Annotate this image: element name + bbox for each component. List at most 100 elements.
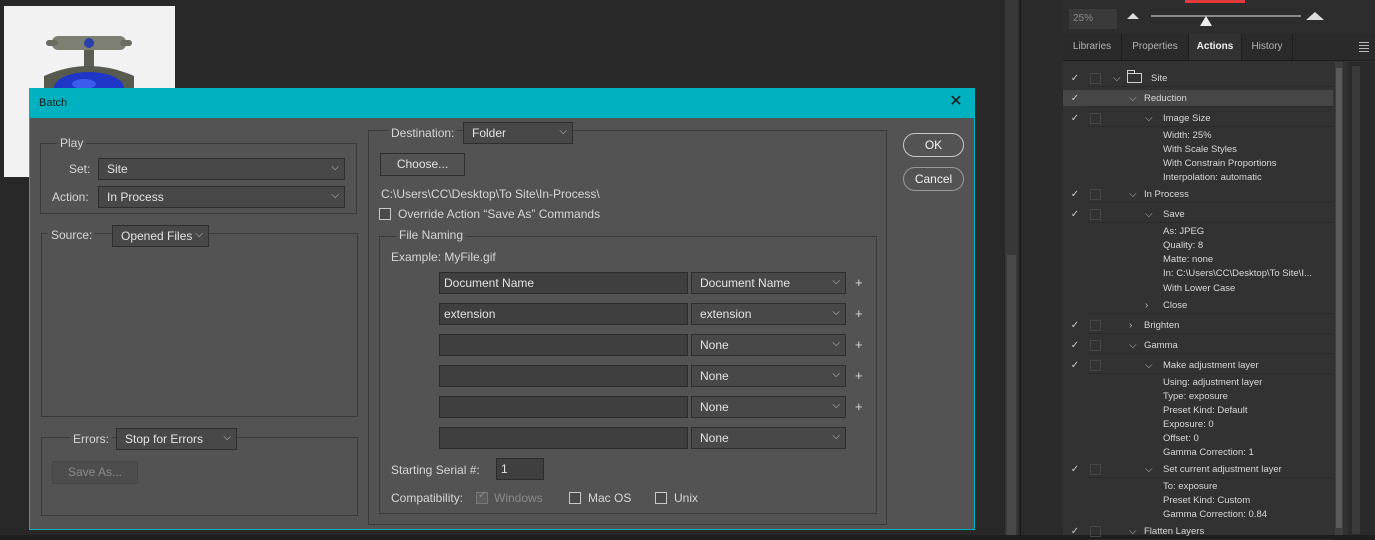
- twirl-arrow-icon[interactable]: ⌵: [1129, 526, 1137, 537]
- dialog-toggle-box[interactable]: [1090, 113, 1101, 124]
- action-row[interactable]: ✓ ⌵ Save: [1063, 206, 1333, 222]
- source-select[interactable]: Opened Files ⌵: [112, 225, 209, 247]
- naming-select[interactable]: Document Name ⌵: [691, 272, 846, 294]
- twirl-arrow-icon[interactable]: ⌵: [1129, 93, 1137, 104]
- twirl-arrow-icon[interactable]: ⌵: [1129, 340, 1137, 351]
- zoom-slider-knob[interactable]: [1200, 16, 1212, 26]
- dialog-toggle-box[interactable]: [1090, 189, 1101, 200]
- cancel-button[interactable]: Cancel: [903, 167, 964, 191]
- add-naming-row-icon[interactable]: +: [855, 368, 863, 383]
- action-row[interactable]: In: C:\Users\CC\Desktop\To Site\I...: [1063, 265, 1333, 281]
- canvas-scrollbar[interactable]: [1005, 0, 1063, 535]
- naming-select[interactable]: None ⌵: [691, 334, 846, 356]
- ok-button[interactable]: OK: [903, 133, 964, 157]
- add-naming-row-icon[interactable]: +: [855, 399, 863, 414]
- action-row[interactable]: With Lower Case: [1063, 280, 1333, 296]
- toggle-item-check-icon[interactable]: ✓: [1069, 360, 1081, 371]
- naming-select[interactable]: None ⌵: [691, 427, 846, 449]
- toggle-item-check-icon[interactable]: ✓: [1069, 189, 1081, 200]
- toggle-item-check-icon[interactable]: ✓: [1069, 526, 1081, 537]
- dialog-toggle-box[interactable]: [1090, 340, 1101, 351]
- twirl-arrow-icon[interactable]: ⌵: [1145, 464, 1153, 475]
- panel-menu-icon[interactable]: [1359, 42, 1369, 54]
- tab-libraries[interactable]: Libraries: [1063, 34, 1122, 60]
- twirl-arrow-icon[interactable]: ⌵: [1145, 360, 1153, 371]
- naming-select[interactable]: extension ⌵: [691, 303, 846, 325]
- action-row[interactable]: Interpolation: automatic: [1063, 169, 1333, 185]
- action-row[interactable]: ✓ › Brighten: [1063, 317, 1333, 333]
- serial-input[interactable]: 1: [496, 458, 544, 480]
- toggle-item-check-icon[interactable]: ✓: [1069, 464, 1081, 475]
- toggle-item-check-icon[interactable]: ✓: [1069, 73, 1081, 84]
- toggle-item-check-icon[interactable]: ✓: [1069, 320, 1081, 331]
- set-select[interactable]: Site ⌵: [98, 158, 345, 180]
- naming-field[interactable]: Document Name: [439, 272, 688, 294]
- action-row[interactable]: ✓ ⌵ In Process: [1063, 186, 1333, 202]
- action-row[interactable]: ✓ ⌵ Set current adjustment layer: [1063, 461, 1333, 477]
- naming-select[interactable]: None ⌵: [691, 396, 846, 418]
- dialog-title: Batch: [39, 97, 68, 109]
- naming-field[interactable]: [439, 396, 688, 418]
- dialog-toggle-box[interactable]: [1090, 526, 1101, 537]
- add-naming-row-icon[interactable]: +: [855, 306, 863, 321]
- action-row[interactable]: ✓ ⌵ Gamma: [1063, 337, 1333, 353]
- dialog-toggle-box[interactable]: [1090, 209, 1101, 220]
- action-row[interactable]: ✓ ⌵ Reduction: [1063, 90, 1333, 106]
- zoom-slider[interactable]: [1151, 15, 1301, 17]
- action-label: Offset: 0: [1163, 433, 1199, 444]
- twirl-arrow-icon[interactable]: ›: [1145, 300, 1148, 311]
- macos-checkbox[interactable]: [569, 492, 581, 504]
- twirl-arrow-icon[interactable]: ⌵: [1145, 209, 1153, 220]
- naming-select[interactable]: None ⌵: [691, 365, 846, 387]
- toggle-item-check-icon[interactable]: ✓: [1069, 340, 1081, 351]
- dialog-toggle-box[interactable]: [1090, 464, 1101, 475]
- action-label: In: C:\Users\CC\Desktop\To Site\I...: [1163, 268, 1312, 279]
- scrollbar-thumb[interactable]: [1007, 255, 1016, 535]
- errors-select[interactable]: Stop for Errors ⌵: [116, 428, 237, 450]
- add-naming-row-icon[interactable]: +: [855, 337, 863, 352]
- dialog-titlebar[interactable]: Batch ✕: [30, 89, 974, 118]
- zoom-value[interactable]: 25%: [1069, 9, 1117, 29]
- action-row[interactable]: › Close: [1063, 297, 1333, 313]
- destination-select[interactable]: Folder ⌵: [463, 122, 573, 144]
- toggle-item-check-icon[interactable]: ✓: [1069, 209, 1081, 220]
- naming-field[interactable]: [439, 427, 688, 449]
- action-row[interactable]: Gamma Correction: 1: [1063, 444, 1333, 460]
- toggle-item-check-icon[interactable]: ✓: [1069, 113, 1081, 124]
- zoom-in-icon[interactable]: [1306, 12, 1324, 20]
- save-as-button[interactable]: Save As...: [52, 461, 138, 484]
- action-row[interactable]: Gamma Correction: 0.84: [1063, 506, 1333, 522]
- naming-field[interactable]: [439, 365, 688, 387]
- tab-actions[interactable]: Actions: [1189, 34, 1242, 60]
- naming-field[interactable]: [439, 334, 688, 356]
- unix-checkbox[interactable]: [655, 492, 667, 504]
- tab-properties[interactable]: Properties: [1122, 34, 1189, 60]
- serial-label: Starting Serial #:: [391, 463, 480, 477]
- windows-checkbox[interactable]: [476, 490, 488, 504]
- compat-label: Compatibility:: [391, 491, 464, 505]
- action-row[interactable]: ✓ ⌵ Site: [1063, 70, 1333, 86]
- destination-value: Folder: [472, 126, 507, 140]
- override-checkbox[interactable]: [379, 208, 391, 220]
- dialog-toggle-box[interactable]: [1090, 93, 1101, 104]
- naming-field[interactable]: extension: [439, 303, 688, 325]
- actions-scrollbar[interactable]: [1335, 62, 1343, 535]
- action-select[interactable]: In Process ⌵: [98, 186, 345, 208]
- action-row[interactable]: ✓ ⌵ Make adjustment layer: [1063, 357, 1333, 373]
- action-row[interactable]: ✓ ⌵ Flatten Layers: [1063, 523, 1333, 539]
- source-label: Source:: [48, 228, 96, 242]
- action-row[interactable]: ✓ ⌵ Image Size: [1063, 110, 1333, 126]
- add-naming-row-icon[interactable]: +: [855, 275, 863, 290]
- dialog-toggle-box[interactable]: [1090, 360, 1101, 371]
- close-icon[interactable]: ✕: [946, 92, 966, 112]
- twirl-arrow-icon[interactable]: ⌵: [1145, 113, 1153, 124]
- dialog-toggle-box[interactable]: [1090, 73, 1101, 84]
- toggle-item-check-icon[interactable]: ✓: [1069, 93, 1081, 104]
- choose-button[interactable]: Choose...: [380, 153, 465, 176]
- twirl-arrow-icon[interactable]: ⌵: [1113, 73, 1121, 84]
- tab-history[interactable]: History: [1242, 34, 1293, 60]
- twirl-arrow-icon[interactable]: ⌵: [1129, 189, 1137, 200]
- dialog-toggle-box[interactable]: [1090, 320, 1101, 331]
- zoom-out-icon[interactable]: [1127, 13, 1139, 19]
- twirl-arrow-icon[interactable]: ›: [1129, 320, 1132, 331]
